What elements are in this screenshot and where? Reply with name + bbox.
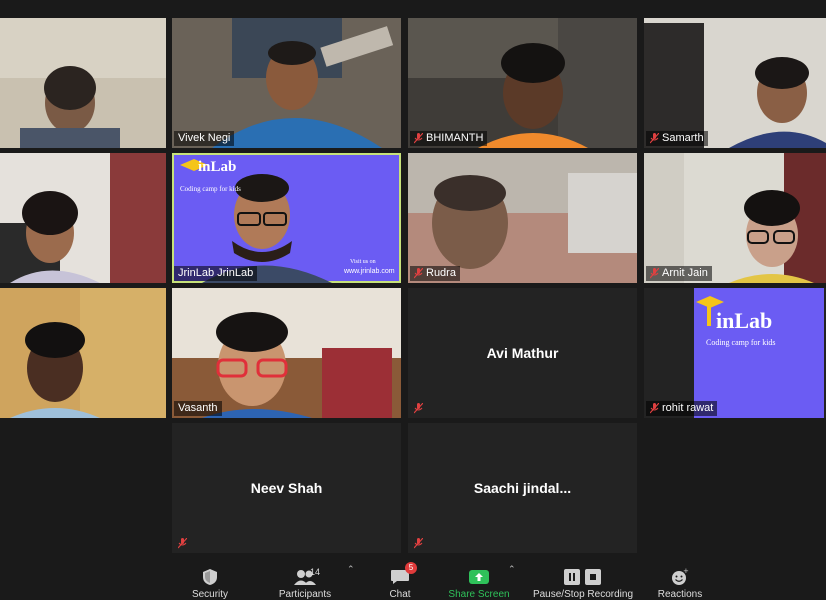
brand-url: www.jrinlab.com: [344, 268, 395, 275]
video-feed: [0, 18, 166, 148]
video-tile-5[interactable]: [0, 153, 166, 283]
video-tile-samarth[interactable]: Samarth: [644, 18, 826, 148]
muted-mic-icon: [414, 268, 423, 279]
participants-count: 14: [310, 567, 321, 577]
brand-logo-text: inLab: [716, 308, 773, 333]
participant-nameplate: rohit rawat: [646, 401, 718, 416]
reactions-label: Reactions: [657, 589, 703, 600]
participant-nameplate: BHIMANTH: [410, 131, 488, 146]
video-tile-avi[interactable]: Avi Mathur: [408, 288, 637, 418]
video-tile-bhimanth[interactable]: BHIMANTH: [408, 18, 637, 148]
emoji-icon: +: [671, 565, 689, 589]
participant-name: Saachi jindal...: [473, 480, 572, 496]
participant-nameplate: JrinLab JrinLab: [174, 266, 258, 281]
muted-mic-icon: [650, 268, 659, 279]
muted-mic-icon: [650, 403, 659, 414]
chat-label: Chat: [389, 589, 411, 600]
video-tile-rohit[interactable]: inLab Coding camp for kids rohit rawat: [644, 288, 826, 418]
chat-icon: 5: [390, 562, 417, 589]
participant-nameplate: Samarth: [646, 131, 708, 146]
brand-tagline: Coding camp for kids: [180, 185, 241, 193]
participant-name: Vivek Negi: [178, 132, 231, 144]
video-tile-neev[interactable]: Neev Shah: [172, 423, 401, 553]
reactions-button[interactable]: + Reactions: [652, 558, 708, 600]
chat-button[interactable]: 5 Chat: [380, 558, 420, 600]
video-feed: [408, 18, 637, 148]
shield-icon: [202, 565, 218, 589]
video-tile-saachi[interactable]: Saachi jindal...: [408, 423, 637, 553]
video-feed: [172, 18, 401, 148]
muted-mic-icon: [414, 538, 423, 549]
video-tile-1[interactable]: [0, 18, 166, 148]
video-feed: [0, 288, 166, 418]
share-caret-icon[interactable]: ⌃: [508, 564, 516, 575]
muted-mic-icon: [650, 133, 659, 144]
video-tile-arnit[interactable]: Arnit Jain: [644, 153, 826, 283]
participant-name: JrinLab JrinLab: [178, 267, 254, 279]
pause-stop-icon: [563, 565, 603, 589]
share-screen-button[interactable]: Share Screen: [444, 558, 514, 600]
participant-nameplate: Arnit Jain: [646, 266, 712, 281]
participant-name: Vasanth: [178, 402, 218, 414]
video-feed: [408, 153, 637, 283]
participant-name: BHIMANTH: [426, 132, 484, 144]
brand-logo-text: inLab: [198, 159, 237, 175]
meeting-toolbar: Security 14 Participants ⌃ 5 Chat Share …: [0, 556, 826, 600]
video-feed: [0, 153, 166, 283]
participant-name: rohit rawat: [662, 402, 714, 414]
chat-badge: 5: [405, 562, 417, 574]
recording-label: Pause/Stop Recording: [532, 589, 634, 600]
muted-mic-icon: [414, 133, 423, 144]
video-feed: [644, 153, 826, 283]
brand-tagline: Coding camp for kids: [706, 338, 776, 347]
participant-name: Neev Shah: [250, 480, 323, 496]
security-button[interactable]: Security: [188, 558, 232, 600]
video-tile-vasanth[interactable]: Vasanth: [172, 288, 401, 418]
visit-label: Visit us on: [350, 259, 376, 265]
video-tile-9[interactable]: [0, 288, 166, 418]
video-feed: [172, 288, 401, 418]
share-screen-label: Share Screen: [448, 589, 510, 600]
video-tile-jrinlab[interactable]: inLab Coding camp for kids Visit us on w…: [172, 153, 401, 283]
participant-name: Samarth: [662, 132, 704, 144]
svg-text:+: +: [683, 568, 689, 575]
recording-button[interactable]: Pause/Stop Recording: [528, 558, 638, 600]
participant-nameplate: Vasanth: [174, 401, 222, 416]
participant-nameplate: Rudra: [410, 266, 460, 281]
muted-mic-icon: [178, 538, 187, 549]
security-label: Security: [191, 589, 229, 600]
video-tile-vivek[interactable]: Vivek Negi: [172, 18, 401, 148]
people-icon: 14: [285, 565, 325, 589]
participant-name: Avi Mathur: [486, 345, 559, 361]
participants-button[interactable]: 14 Participants: [272, 558, 338, 600]
participant-name: Rudra: [426, 267, 456, 279]
video-tile-rudra[interactable]: Rudra: [408, 153, 637, 283]
participant-name: Arnit Jain: [662, 267, 708, 279]
participant-nameplate: Vivek Negi: [174, 131, 235, 146]
participants-label: Participants: [278, 589, 332, 600]
participants-caret-icon[interactable]: ⌃: [347, 564, 355, 575]
muted-mic-icon: [414, 403, 423, 414]
share-screen-icon: [468, 565, 490, 589]
video-feed: [644, 18, 826, 148]
